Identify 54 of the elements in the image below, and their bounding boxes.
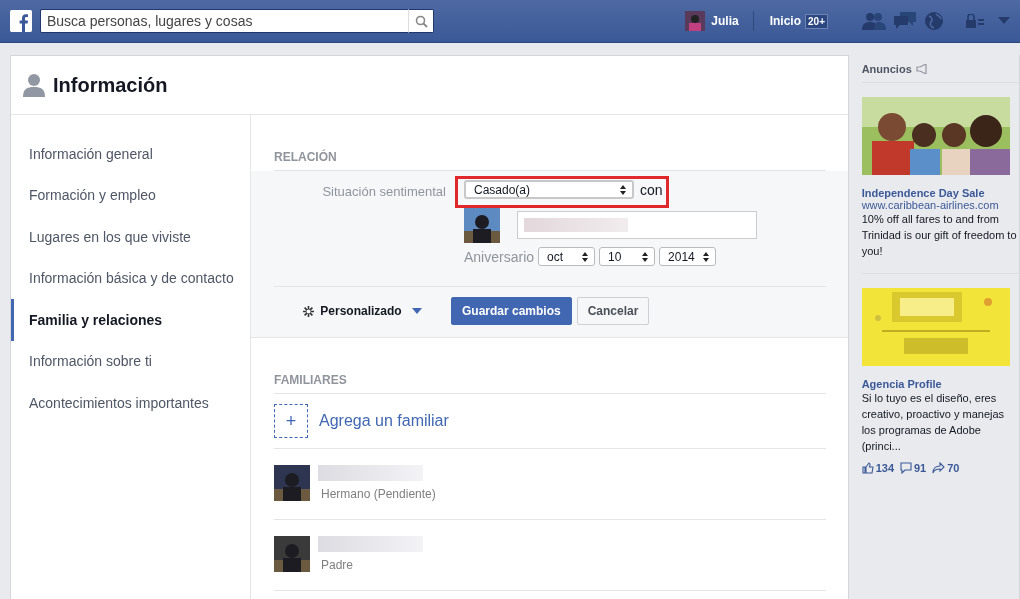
user-name[interactable]: Julia — [711, 14, 739, 28]
search-icon[interactable] — [414, 14, 428, 28]
search-field[interactable]: Busca personas, lugares y cosas — [40, 9, 408, 33]
year-dropdown[interactable]: 2014 — [659, 247, 717, 266]
sidebar-item[interactable]: Lugares en los que viviste — [11, 216, 250, 258]
megaphone-icon — [915, 64, 928, 74]
comment-icon[interactable] — [900, 462, 912, 474]
share-count: 70 — [947, 462, 960, 474]
messages-icon[interactable] — [894, 12, 916, 30]
ad-title[interactable]: Independence Day Sale — [861, 187, 1019, 199]
field-label: Situación sentimental — [321, 183, 447, 199]
friends-icon[interactable] — [862, 12, 886, 30]
sidebar-item[interactable]: Acontecimientos importantes — [11, 382, 250, 424]
relation-label: Hermano (Pendiente) — [320, 487, 436, 501]
field-label: con — [640, 181, 663, 198]
ad-url[interactable]: www.caribbean-airlines.com — [861, 199, 1019, 211]
comment-count: 91 — [914, 462, 927, 474]
like-count: 134 — [875, 462, 894, 474]
day-dropdown[interactable]: 10 — [599, 247, 656, 266]
stepper-icon — [642, 251, 649, 262]
stepper-icon — [703, 251, 710, 262]
sidebar-item[interactable]: Formación y empleo — [11, 174, 250, 216]
gear-icon — [303, 305, 315, 317]
caret-icon[interactable] — [998, 17, 1010, 25]
section-heading: FAMILIARES — [274, 338, 826, 394]
thumbs-up-icon[interactable] — [861, 462, 874, 474]
add-button[interactable]: + — [274, 404, 308, 438]
field-label: Aniversario — [464, 248, 535, 265]
privacy-selector[interactable]: Personalizado — [274, 304, 451, 318]
month-dropdown[interactable]: oct — [538, 247, 596, 266]
lock-icon[interactable] — [966, 14, 984, 28]
partner-field[interactable] — [517, 211, 757, 239]
sidebar-item[interactable]: Información básica y de contacto — [11, 257, 250, 299]
ad-title[interactable]: Agencia Profile — [861, 378, 1019, 390]
home-link[interactable]: Inicio — [769, 14, 802, 28]
sidebar-item[interactable]: Información general — [11, 133, 250, 175]
ads-heading: Anuncios — [861, 63, 912, 75]
ad-text: 10% off all fares to and from Trinidad is our gift of freedom to you! — [861, 212, 1018, 259]
add-family-link[interactable]: Agrega un familiar — [319, 412, 449, 430]
globe-icon[interactable] — [924, 11, 944, 31]
stepper-icon — [620, 184, 626, 195]
ad-text: Si lo tuyo es el diseño, eres creativo, proactivo y manejas los programas de Adobe (princi... — [861, 391, 1006, 454]
caret-icon — [411, 308, 422, 314]
page-title: Información — [53, 73, 168, 97]
logo-icon[interactable] — [10, 10, 32, 32]
share-icon[interactable] — [932, 462, 946, 474]
status-dropdown[interactable]: Casado(a) — [464, 180, 634, 199]
stepper-icon — [582, 251, 589, 262]
relation-label: Padre — [320, 558, 355, 572]
person-icon — [23, 73, 45, 97]
sidebar-item[interactable]: Información sobre ti — [11, 340, 250, 382]
save-button[interactable]: Guardar cambios — [451, 297, 572, 325]
notification-count: 20+ — [805, 13, 828, 29]
cancel-button[interactable]: Cancelar — [576, 297, 650, 325]
